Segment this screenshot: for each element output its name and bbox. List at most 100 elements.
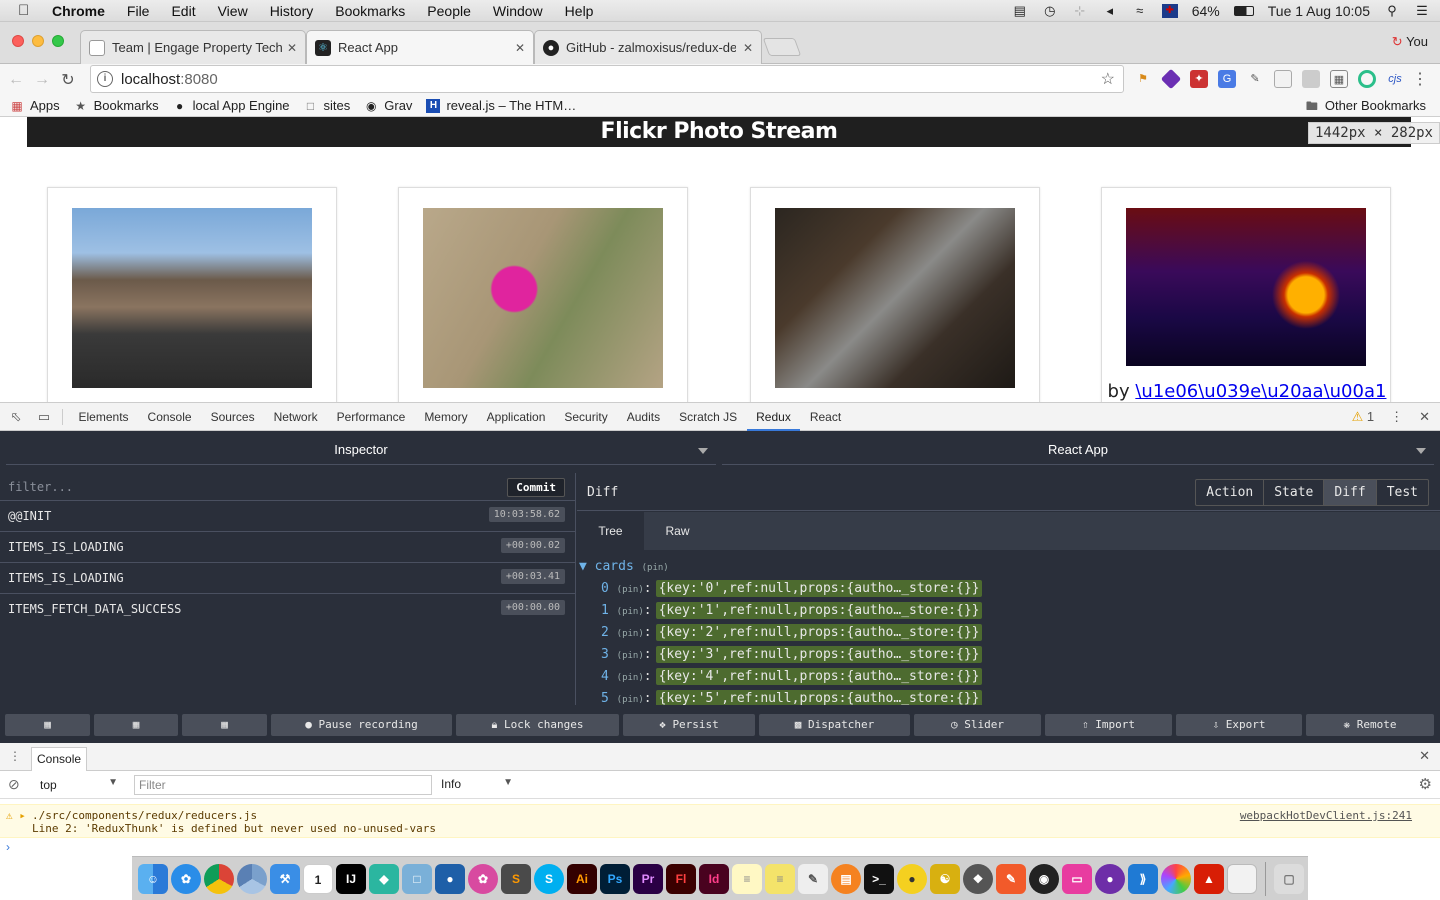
bookmark-revealjs[interactable]: Hreveal.js – The HTM… [426,98,576,113]
flash-icon[interactable]: Fl [666,863,696,894]
extension-eyedropper-icon[interactable]: ✎ [1246,70,1264,88]
display-app-icon[interactable]: ▭ [1062,863,1092,894]
stickies-icon[interactable]: ≡ [765,863,795,894]
pin-link[interactable]: (pin) [642,563,669,573]
address-bar[interactable]: i localhost:8080 ☆ [90,65,1124,93]
pin-link[interactable]: (pin) [617,695,644,705]
trash-icon[interactable]: ▢ [1274,863,1304,894]
compass-icon[interactable]: ❖ [963,863,993,894]
tab-network[interactable]: Network [264,403,327,431]
action-filter-input[interactable]: filter... Commit [0,473,576,501]
photo-restaurant[interactable] [775,208,1015,388]
photo-card[interactable] [750,187,1040,402]
tab-raw[interactable]: Raw [644,512,711,550]
close-tab-icon[interactable]: ✕ [515,41,525,55]
warning-source-link[interactable]: webpackHotDevClient.js:241 [1240,809,1412,822]
info-icon[interactable]: i [97,71,113,87]
apple-icon[interactable]:  [18,2,38,19]
tree-row[interactable]: 1 (pin): {key:'1',ref:null,props:{autho…_… [601,602,983,623]
menu-file[interactable]: File [127,3,150,19]
extension-translate-icon[interactable]: G [1218,70,1236,88]
pause-recording-button[interactable]: ● Pause recording [271,714,452,736]
photoshop-icon[interactable]: Ps [600,863,630,894]
bookmark-local-app-engine[interactable]: ● local App Engine [173,98,289,113]
flag-uk-icon[interactable]: ✚ [1161,4,1178,18]
extension-cjs-icon[interactable]: cjs [1386,70,1404,88]
warning-counter[interactable]: ⚠ 1 [1352,409,1375,425]
wifi-icon[interactable]: ≈ [1132,4,1148,18]
bookmark-grav[interactable]: ◉ Grav [364,98,412,113]
mode-state[interactable]: State [1264,480,1325,505]
indesign-icon[interactable]: Id [699,863,729,894]
tab-github[interactable]: ● GitHub - zalmoxisus/redux-dev ✕ [534,30,762,64]
console-filter-input[interactable]: Filter [134,775,432,795]
import-button[interactable]: ⇧ Import [1045,714,1172,736]
document-icon[interactable] [1227,863,1257,894]
extension-ring-icon[interactable] [1358,70,1376,88]
close-drawer-icon[interactable]: ✕ [1419,748,1430,764]
drawer-menu-icon[interactable]: ⋮ [9,749,21,763]
extension-grid-icon[interactable]: ▦ [1330,70,1348,88]
export-button[interactable]: ⇩ Export [1176,714,1302,736]
pin-link[interactable]: (pin) [617,629,644,639]
notification-center-icon[interactable]: ☰ [1414,4,1430,18]
spotlight-search-icon[interactable]: ⚲ [1384,4,1400,18]
action-item[interactable]: ITEMS_IS_LOADING +00:00.02 [0,532,576,563]
warning-file[interactable]: ./src/components/redux/reducers.js [32,809,1440,822]
acrobat-icon[interactable]: ▲ [1194,863,1224,894]
tree-row[interactable]: 0 (pin): {key:'0',ref:null,props:{autho…_… [601,580,983,601]
illustrator-icon[interactable]: Ai [567,863,597,894]
mode-action[interactable]: Action [1196,480,1265,505]
tab-scratch-js[interactable]: Scratch JS [670,403,747,431]
bookmark-sites[interactable]: □ sites [304,98,350,113]
mode-diff[interactable]: Diff [1324,480,1377,505]
tree-node-cards[interactable]: ▼ cards (pin) [579,559,669,574]
bookmark-bookmarks[interactable]: ★ Bookmarks [74,98,158,113]
tab-performance[interactable]: Performance [327,403,415,431]
premiere-icon[interactable]: Pr [633,863,663,894]
tab-tree[interactable]: Tree [577,512,644,550]
photo-card[interactable] [47,187,337,402]
github-desktop-icon[interactable]: ● [1095,863,1125,894]
remote-button[interactable]: ❋ Remote [1306,714,1434,736]
photo-night-lantern[interactable] [1126,208,1366,366]
menu-help[interactable]: Help [565,3,594,19]
expand-triangle-icon[interactable]: ▼ [579,559,587,574]
photo-card[interactable]: by \u1e06\u039e\u20aa\u00a1 [1101,187,1391,402]
layout-bottom-button[interactable]: ▦ [94,714,178,736]
menu-edit[interactable]: Edit [171,3,195,19]
settings-gear-icon[interactable]: ⚙ [1419,775,1432,793]
tab-security[interactable]: Security [555,403,617,431]
menu-history[interactable]: History [270,3,314,19]
photo-temple[interactable] [72,208,312,388]
action-item[interactable]: ITEMS_FETCH_DATA_SUCCESS +00:00.00 [0,594,576,625]
battery-icon[interactable] [1233,6,1254,16]
tree-row[interactable]: 3 (pin): {key:'3',ref:null,props:{autho…_… [601,646,983,667]
safari-icon[interactable]: ✿ [171,863,201,894]
pastebot-icon[interactable]: ☯ [930,863,960,894]
layout-right-button[interactable]: ▦ [182,714,267,736]
photo-pink-flower[interactable] [423,208,663,388]
menu-app-name[interactable]: Chrome [52,3,105,19]
dispatcher-button[interactable]: ▩ Dispatcher [759,714,910,736]
monitor-select[interactable]: Inspector [6,439,716,465]
time-machine-icon[interactable]: ◷ [1042,4,1058,18]
tree-row[interactable]: 2 (pin): {key:'2',ref:null,props:{autho…_… [601,624,983,645]
slider-button[interactable]: ◷ Slider [914,714,1041,736]
lock-changes-button[interactable]: 🔒︎ Lock changes [456,714,619,736]
extension-redux-icon[interactable] [1160,68,1182,90]
bookmark-star-icon[interactable]: ☆ [1101,69,1115,89]
ibooks-icon[interactable]: ▤ [831,863,861,894]
tab-elements[interactable]: Elements [69,403,138,431]
forward-arrow-icon[interactable]: → [32,71,52,89]
device-toolbar-icon[interactable]: ▭ [36,409,52,425]
tab-application[interactable]: Application [477,403,555,431]
vscode-icon[interactable]: ⟫ [1128,863,1158,894]
inspect-element-icon[interactable]: ⬁ [8,409,24,425]
elephant-icon[interactable]: ● [435,863,465,894]
menu-window[interactable]: Window [493,3,543,19]
tree-row[interactable]: 4 (pin): {key:'4',ref:null,props:{autho…_… [601,668,983,689]
zoom-window-icon[interactable] [52,35,64,47]
extension-red-icon[interactable]: ✦ [1190,70,1208,88]
volume-icon[interactable]: ◂ [1102,4,1118,18]
